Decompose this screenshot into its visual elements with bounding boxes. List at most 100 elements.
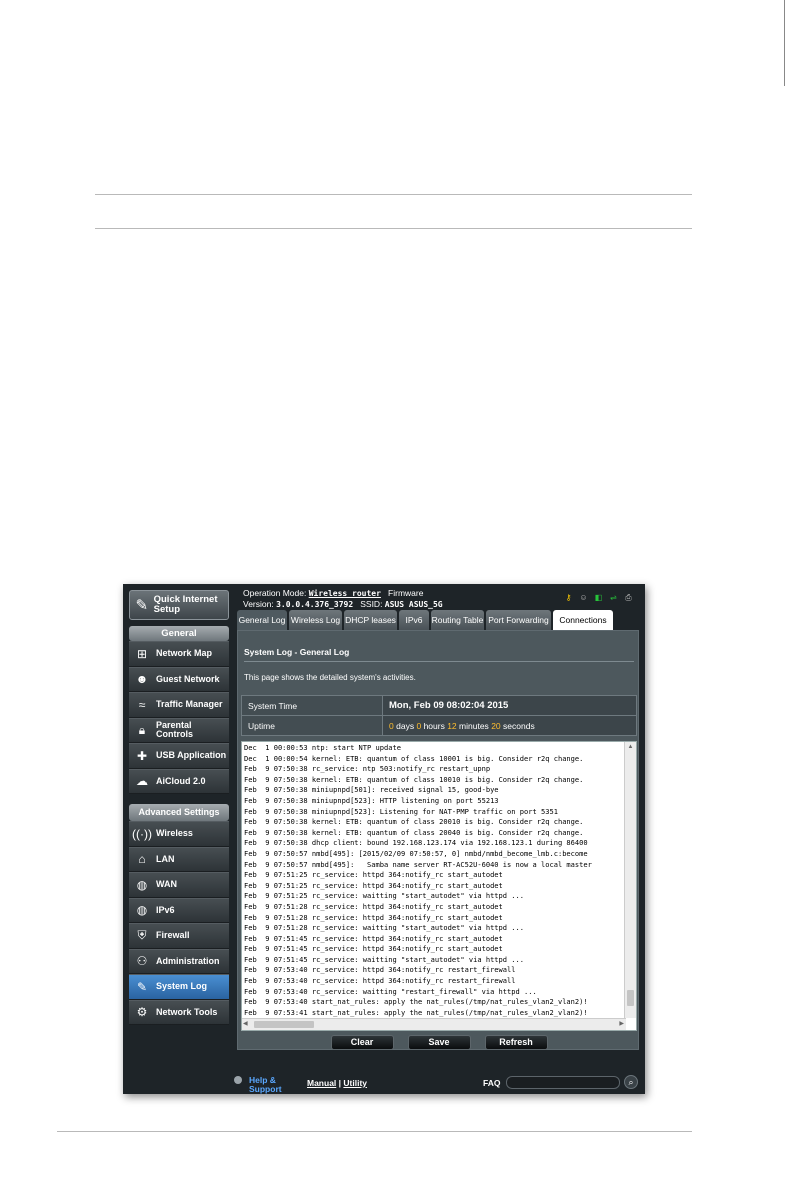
tab-routing-table[interactable]: Routing Table: [431, 610, 484, 630]
sidebar-item-label: Administration: [156, 955, 220, 966]
globe-icon: ◍: [136, 877, 148, 892]
version-value: 3.0.0.4.376_3792: [276, 600, 354, 609]
cloud-icon: ☁: [136, 774, 148, 789]
clients-icon[interactable]: ☺: [579, 593, 588, 603]
uptime-hours-label: hours: [423, 720, 445, 731]
uptime-days-label: days: [396, 720, 415, 731]
internet-status-icon[interactable]: ◧: [594, 593, 603, 603]
uptime-minutes-label: minutes: [459, 720, 489, 731]
faq-label: FAQ: [483, 1078, 501, 1088]
globe-icon: ◍: [136, 903, 148, 918]
sidebar-item-wan[interactable]: ◍ WAN: [129, 872, 229, 898]
main-content: System Log - General Log This page shows…: [237, 630, 639, 1050]
horizontal-scroll-thumb[interactable]: [254, 1021, 314, 1028]
footer-links: Manual | Utility: [307, 1078, 367, 1088]
uptime-label: Uptime: [241, 715, 383, 736]
lock-icon: 🔒︎: [138, 722, 146, 737]
traffic-manager-icon: ≈: [138, 697, 146, 712]
operation-mode-link[interactable]: Wireless router: [309, 589, 381, 598]
status-bar: Operation Mode: Wireless router Firmware…: [243, 588, 639, 610]
log-content: Dec 1 00:00:53 ntp: start NTP update Dec…: [244, 743, 592, 1017]
sidebar-item-label: Parental Controls: [156, 719, 193, 740]
header-rule-top: [95, 194, 692, 195]
sidebar-item-system-log[interactable]: ✎ System Log: [129, 974, 229, 1000]
refresh-button[interactable]: Refresh: [484, 1035, 548, 1050]
utility-link[interactable]: Utility: [343, 1078, 367, 1088]
sidebar-item-usb-application[interactable]: ✚ USB Application: [129, 743, 229, 769]
vertical-scrollbar[interactable]: ▲: [624, 742, 636, 1018]
uptime-value: 0 days 0 hours 12 minutes 20 seconds: [382, 715, 637, 736]
sidebar-item-ipv6[interactable]: ◍ IPv6: [129, 897, 229, 923]
tab-connections[interactable]: Connections: [553, 610, 613, 630]
advanced-settings-header: Advanced Settings: [129, 804, 229, 821]
uptime-row: Uptime 0 days 0 hours 12 minutes 20 seco…: [241, 715, 637, 736]
status-icons: ⚷ ☺ ◧ ⇌ ⎙: [564, 593, 633, 603]
tools-icon: ⚙: [136, 1005, 148, 1020]
sidebar-item-guest-network[interactable]: ☻ Guest Network: [129, 666, 229, 692]
system-log-textarea[interactable]: Dec 1 00:00:53 ntp: start NTP update Dec…: [241, 741, 637, 1031]
manual-link[interactable]: Manual: [307, 1078, 336, 1088]
sidebar-item-label: Traffic Manager: [156, 699, 223, 709]
sidebar-item-label: Network Map: [156, 648, 213, 658]
admin-icon: ⚇: [136, 954, 148, 969]
firmware-label: Firmware: [388, 588, 424, 598]
clear-button[interactable]: Clear: [330, 1035, 394, 1050]
log-icon: ✎: [136, 979, 148, 994]
help-support-link[interactable]: Help & Support: [249, 1076, 293, 1094]
uptime-seconds: 20: [491, 720, 501, 731]
uptime-minutes: 12: [447, 720, 457, 731]
sidebar-item-aicloud[interactable]: ☁ AiCloud 2.0: [129, 768, 229, 794]
scroll-up-icon[interactable]: ▲: [625, 742, 636, 753]
sidebar-item-administration[interactable]: ⚇ Administration: [129, 948, 229, 974]
search-icon[interactable]: ⌕: [624, 1075, 638, 1089]
log-tabs: General Log Wireless Log DHCP leases IPv…: [237, 610, 625, 630]
sidebar-item-traffic-manager[interactable]: ≈ Traffic Manager: [129, 692, 229, 718]
sidebar-item-parental-controls[interactable]: 🔒︎ Parental Controls: [129, 717, 229, 743]
scroll-left-icon[interactable]: ◀: [243, 1019, 248, 1030]
system-info-table: System Time Mon, Feb 09 08:02:04 2015 Up…: [241, 695, 637, 736]
ssid-value: ASUS ASUS_5G: [384, 600, 443, 609]
sidebar-item-label: WAN: [156, 879, 177, 889]
sidebar-item-label: Firewall: [156, 930, 190, 940]
home-icon: ⌂: [138, 852, 146, 867]
page-edge-mark: [784, 0, 785, 86]
quick-internet-setup-button[interactable]: ✎ Quick Internet Setup: [129, 590, 229, 620]
sidebar-item-firewall[interactable]: ⛨ Firewall: [129, 923, 229, 949]
footer-rule: [57, 1131, 692, 1132]
wifi-icon: ((·)): [132, 826, 152, 841]
sidebar-item-label: Network Tools: [156, 1006, 218, 1017]
action-buttons: Clear Save Refresh: [238, 1035, 640, 1050]
general-section-header: General: [129, 626, 229, 641]
tab-wireless-log[interactable]: Wireless Log: [289, 610, 342, 630]
key-icon[interactable]: ⚷: [564, 593, 573, 603]
sidebar-item-wireless[interactable]: ((·)) Wireless: [129, 821, 229, 847]
uptime-days: 0: [389, 720, 394, 731]
sidebar-item-label: AiCloud 2.0: [156, 775, 206, 786]
system-time-row: System Time Mon, Feb 09 08:02:04 2015: [241, 695, 637, 716]
sidebar-item-network-map[interactable]: ⊞ Network Map: [129, 641, 229, 667]
system-time-label: System Time: [241, 695, 383, 716]
footer-bar: Help & Support Manual | Utility FAQ ⌕: [233, 1074, 643, 1094]
sidebar-item-lan[interactable]: ⌂ LAN: [129, 846, 229, 872]
system-time-value: Mon, Feb 09 08:02:04 2015: [382, 695, 637, 716]
quick-internet-setup-label: Quick Internet Setup: [153, 594, 218, 615]
sidebar-item-label: Wireless: [156, 828, 193, 838]
horizontal-scrollbar[interactable]: ◀ ▶: [242, 1018, 626, 1030]
tab-dhcp-leases[interactable]: DHCP leases: [344, 610, 397, 630]
usb-icon[interactable]: ⇌: [609, 593, 618, 603]
sidebar: ✎ Quick Internet Setup General ⊞ Network …: [129, 590, 229, 1088]
scroll-right-icon[interactable]: ▶: [619, 1019, 624, 1030]
tab-port-forwarding[interactable]: Port Forwarding: [486, 610, 551, 630]
sidebar-item-network-tools[interactable]: ⚙ Network Tools: [129, 999, 229, 1025]
sidebar-item-label: IPv6: [156, 904, 175, 915]
tab-ipv6[interactable]: IPv6: [399, 610, 429, 630]
faq-search-input[interactable]: [506, 1076, 620, 1089]
tab-general-log[interactable]: General Log: [237, 610, 287, 630]
vertical-scroll-thumb[interactable]: [627, 990, 634, 1006]
uptime-hours: 0: [416, 720, 422, 731]
version-label: Version:: [243, 599, 277, 609]
operation-mode-label: Operation Mode:: [243, 588, 309, 598]
sidebar-item-label: System Log: [156, 981, 208, 991]
printer-icon[interactable]: ⎙: [624, 593, 633, 603]
save-button[interactable]: Save: [407, 1035, 471, 1050]
